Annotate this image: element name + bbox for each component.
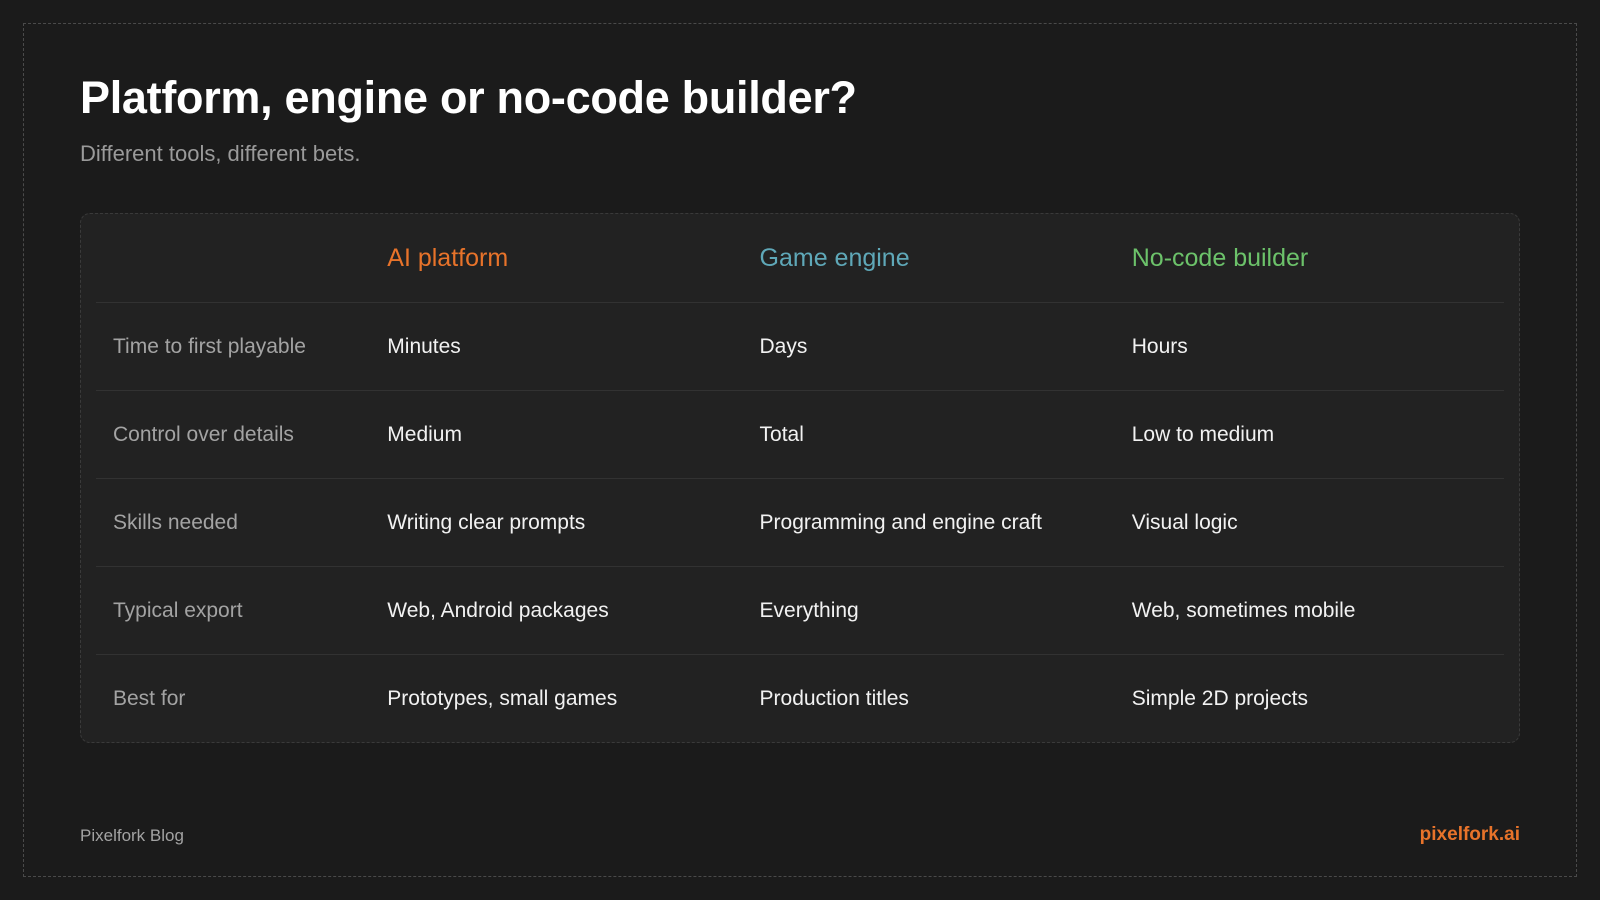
table-cell: Days <box>759 334 808 358</box>
comparison-table: AI platform Game engine No-code builder … <box>80 213 1520 743</box>
table-cell: Programming and engine craft <box>759 510 1043 534</box>
table-cell: Minutes <box>387 334 461 358</box>
table-cell: Writing clear prompts <box>387 510 586 534</box>
page-subtitle: Different tools, different bets. <box>80 141 361 166</box>
footer-blog-name: Pixelfork Blog <box>80 826 184 845</box>
row-label: Time to first playable <box>113 334 306 358</box>
header-ai-platform: AI platform <box>387 243 509 272</box>
footer-site-link[interactable]: pixelfork.ai <box>1420 824 1520 846</box>
page-title: Platform, engine or no-code builder? <box>80 72 857 123</box>
table-cell: Hours <box>1131 334 1188 358</box>
row-label: Typical export <box>113 598 243 622</box>
table-cell: Low to medium <box>1131 422 1275 446</box>
header-game-engine: Game engine <box>759 243 910 272</box>
table-cell: Web, sometimes mobile <box>1131 598 1356 622</box>
table-cell: Production titles <box>759 687 909 710</box>
table-row: Time to first playable Minutes Days Hour… <box>96 303 1504 391</box>
table-row: Skills needed Writing clear prompts Prog… <box>96 479 1504 567</box>
table-cell: Everything <box>759 598 859 622</box>
table-cell: Prototypes, small games <box>387 687 618 710</box>
table-row: Control over details Medium Total Low to… <box>96 391 1504 479</box>
row-label: Control over details <box>113 422 294 446</box>
table-cell: Web, Android packages <box>387 598 609 622</box>
header-no-code-builder: No-code builder <box>1131 243 1309 272</box>
table-row: Typical export Web, Android packages Eve… <box>96 567 1504 655</box>
table-row: Best for Prototypes, small games Product… <box>96 655 1504 743</box>
table-cell: Simple 2D projects <box>1131 687 1308 710</box>
table-header-row: AI platform Game engine No-code builder <box>96 214 1504 303</box>
row-label: Best for <box>113 687 186 710</box>
table-cell: Total <box>759 422 804 446</box>
table-cell: Medium <box>387 422 462 446</box>
table-cell: Visual logic <box>1131 510 1238 534</box>
row-label: Skills needed <box>113 510 238 534</box>
